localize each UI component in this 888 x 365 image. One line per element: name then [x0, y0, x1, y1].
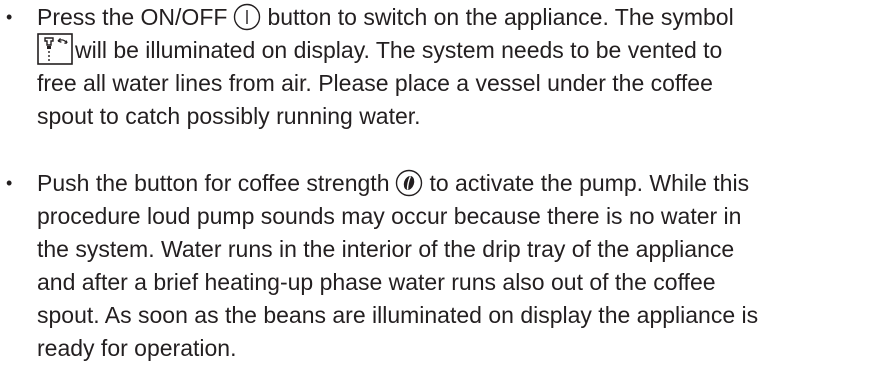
- brew-spout-icon: [37, 33, 73, 65]
- text-line: Push the button for coffee strength to a…: [37, 166, 749, 200]
- text-line: spout. As soon as the beans are illumina…: [37, 302, 759, 328]
- text-segment: to activate the pump. While this: [429, 170, 750, 196]
- text-line: will be illuminated on display. The syst…: [37, 33, 722, 67]
- text-segment: Press the ON/OFF: [37, 4, 228, 30]
- bullet-marker: •: [6, 7, 13, 27]
- instruction-document: • Press the ON/OFF button to switch on t…: [0, 0, 888, 361]
- on-off-button-icon: [234, 3, 261, 31]
- text-line: spout to catch possibly running water.: [37, 103, 421, 129]
- text-line: procedure loud pump sounds may occur bec…: [37, 203, 742, 229]
- text-line: ready for operation.: [37, 335, 237, 361]
- coffee-strength-bean-icon: [396, 169, 423, 197]
- text-segment: will be illuminated on display. The syst…: [75, 37, 723, 63]
- text-line: Press the ON/OFF button to switch on the…: [37, 0, 734, 34]
- text-line: free all water lines from air. Please pl…: [37, 70, 713, 96]
- text-segment: Push the button for coffee strength: [37, 170, 390, 196]
- text-line: and after a brief heating-up phase water…: [37, 269, 716, 295]
- text-segment: button to switch on the appliance. The s…: [267, 4, 734, 30]
- text-line: the system. Water runs in the interior o…: [37, 236, 735, 262]
- bullet-marker: •: [6, 173, 13, 193]
